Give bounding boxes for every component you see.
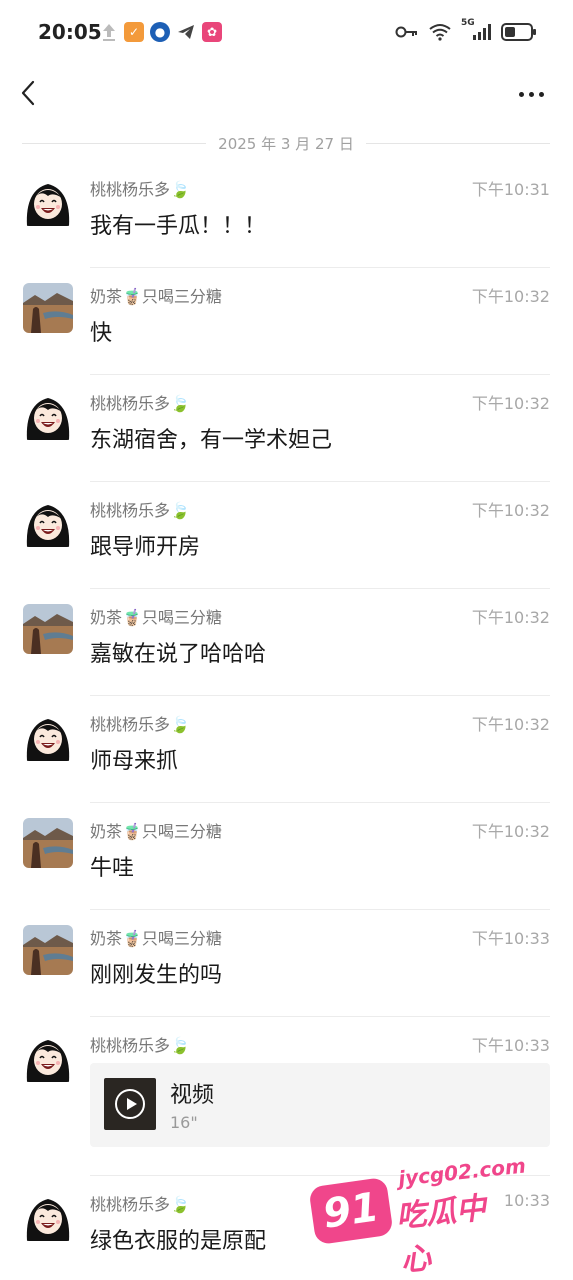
message-text[interactable]: 嘉敏在说了哈哈哈 bbox=[90, 636, 266, 668]
avatar[interactable] bbox=[23, 1032, 73, 1082]
sender-name[interactable]: 奶茶🧋只喝三分糖 bbox=[90, 818, 222, 842]
watermark-badge: 91 bbox=[308, 1176, 394, 1246]
message-text[interactable]: 师母来抓 bbox=[90, 743, 178, 775]
message-time: 下午10:32 bbox=[471, 394, 550, 413]
message-separator bbox=[90, 909, 550, 910]
message-text[interactable]: 刚刚发生的吗 bbox=[90, 957, 222, 989]
avatar[interactable] bbox=[23, 925, 73, 975]
avatar-girl-icon bbox=[23, 176, 73, 226]
status-bar: 20:05 ✓ ● ✿ 5G bbox=[0, 0, 573, 66]
message-time: 下午10:32 bbox=[471, 501, 550, 520]
message-text[interactable]: 绿色衣服的是原配 bbox=[90, 1223, 266, 1255]
message-time: 下午10:33 bbox=[471, 1036, 550, 1055]
play-icon bbox=[115, 1089, 145, 1119]
message-separator bbox=[90, 267, 550, 268]
nav-bar bbox=[0, 66, 573, 122]
avatar[interactable] bbox=[23, 818, 73, 868]
message-time: 下午10:32 bbox=[471, 822, 550, 841]
avatar-landscape-icon bbox=[23, 818, 73, 868]
avatar-girl-icon bbox=[23, 1032, 73, 1082]
divider-line bbox=[22, 142, 207, 144]
divider-line bbox=[365, 142, 550, 144]
message-text[interactable]: 东湖宿舍，有一学术妲己 bbox=[90, 422, 332, 454]
avatar[interactable] bbox=[23, 283, 73, 333]
more-dot bbox=[539, 91, 544, 97]
key-icon bbox=[395, 26, 417, 38]
upload-icon bbox=[103, 24, 115, 41]
video-message-card[interactable]: 视频 16" bbox=[90, 1063, 550, 1147]
back-button[interactable] bbox=[14, 78, 44, 108]
date-label: 2025 年 3 月 27 日 bbox=[218, 134, 354, 153]
status-notification-icons: ✓ ● ✿ bbox=[100, 22, 222, 42]
avatar-girl-icon bbox=[23, 711, 73, 761]
avatar-girl-icon bbox=[23, 497, 73, 547]
more-button[interactable] bbox=[519, 84, 549, 104]
message-time: 下午10:32 bbox=[471, 608, 550, 627]
avatar[interactable] bbox=[23, 604, 73, 654]
message-separator bbox=[90, 374, 550, 375]
message-separator bbox=[90, 802, 550, 803]
message-time: 下午10:32 bbox=[471, 715, 550, 734]
sender-name[interactable]: 奶茶🧋只喝三分糖 bbox=[90, 283, 222, 307]
game-app-icon: ✿ bbox=[202, 22, 222, 42]
message-time: 下午10:31 bbox=[471, 180, 550, 199]
message-time: 下午10:32 bbox=[471, 287, 550, 306]
avatar[interactable] bbox=[23, 390, 73, 440]
message-separator bbox=[90, 695, 550, 696]
sender-name[interactable]: 桃桃杨乐多🍃 bbox=[90, 1032, 190, 1056]
sender-name[interactable]: 桃桃杨乐多🍃 bbox=[90, 176, 190, 200]
video-duration: 16" bbox=[170, 1113, 198, 1132]
watermark-name: 吃瓜中心 bbox=[394, 1190, 488, 1279]
chevron-left-icon bbox=[21, 80, 35, 106]
message-separator bbox=[90, 1016, 550, 1017]
message-text[interactable]: 我有一手瓜！！！ bbox=[90, 208, 266, 240]
avatar[interactable] bbox=[23, 497, 73, 547]
avatar-landscape-icon bbox=[23, 604, 73, 654]
avatar-landscape-icon bbox=[23, 283, 73, 333]
sender-name[interactable]: 桃桃杨乐多🍃 bbox=[90, 390, 190, 414]
message-text[interactable]: 跟导师开房 bbox=[90, 529, 200, 561]
sender-name[interactable]: 桃桃杨乐多🍃 bbox=[90, 1191, 190, 1215]
shield-app-icon: ✓ bbox=[124, 22, 144, 42]
sender-name[interactable]: 桃桃杨乐多🍃 bbox=[90, 711, 190, 735]
avatar[interactable] bbox=[23, 176, 73, 226]
date-divider: 2025 年 3 月 27 日 bbox=[22, 132, 550, 154]
message-separator bbox=[90, 481, 550, 482]
message-text[interactable]: 快 bbox=[90, 315, 112, 347]
signal-icon: 5G bbox=[461, 18, 491, 42]
message-separator bbox=[90, 588, 550, 589]
avatar-girl-icon bbox=[23, 1191, 73, 1241]
avatar[interactable] bbox=[23, 711, 73, 761]
sender-name[interactable]: 奶茶🧋只喝三分糖 bbox=[90, 925, 222, 949]
status-system-icons: 5G bbox=[395, 18, 537, 42]
status-time: 20:05 bbox=[38, 20, 102, 44]
message-text[interactable]: 牛哇 bbox=[90, 850, 134, 882]
video-title: 视频 bbox=[170, 1083, 215, 1108]
video-thumbnail bbox=[104, 1078, 156, 1130]
message-time: 下午10:33 bbox=[471, 929, 550, 948]
avatar[interactable] bbox=[23, 1191, 73, 1241]
sender-name[interactable]: 奶茶🧋只喝三分糖 bbox=[90, 604, 222, 628]
bank-app-icon: ● bbox=[150, 22, 170, 42]
watermark-logo: 91 jycg02.com 吃瓜中心 bbox=[308, 1153, 527, 1279]
wifi-icon bbox=[429, 24, 451, 41]
avatar-landscape-icon bbox=[23, 925, 73, 975]
battery-icon bbox=[501, 23, 536, 41]
sender-name[interactable]: 桃桃杨乐多🍃 bbox=[90, 497, 190, 521]
more-dot bbox=[519, 91, 524, 97]
avatar-girl-icon bbox=[23, 390, 73, 440]
telegram-icon bbox=[178, 25, 194, 39]
more-dot bbox=[529, 91, 534, 97]
